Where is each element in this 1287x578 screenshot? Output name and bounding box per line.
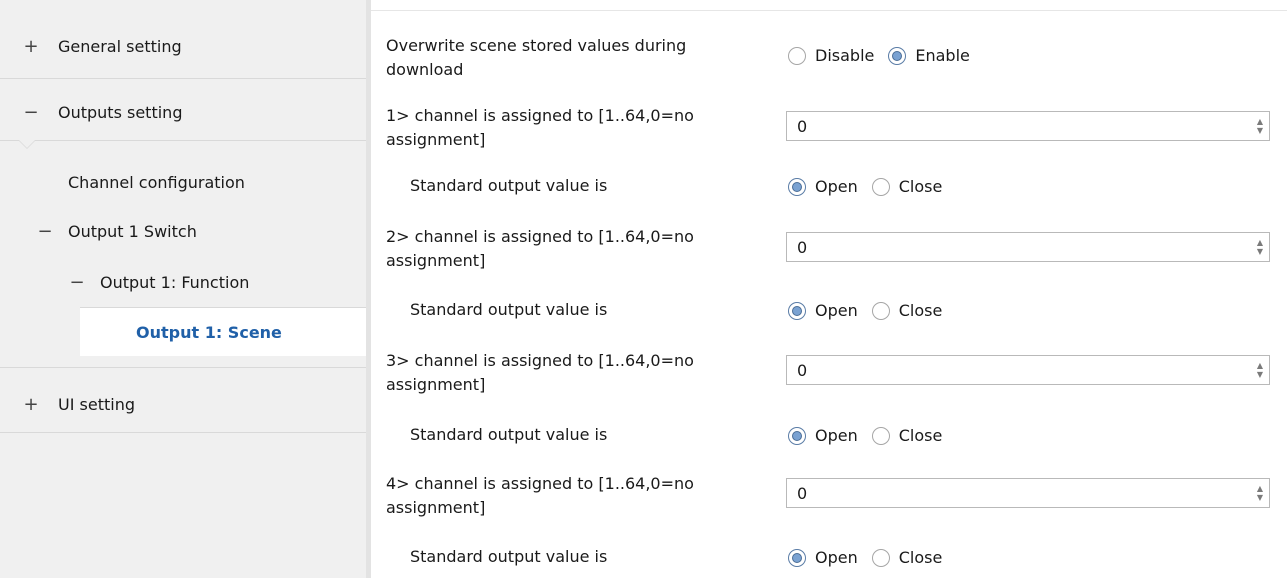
channel-3-assign-label: 3> channel is assigned to [1..64,0=no as… <box>386 351 694 394</box>
spinbox-value[interactable]: 0 <box>787 484 1251 503</box>
collapse-icon[interactable]: − <box>68 272 86 293</box>
sidebar-item-ui-setting[interactable]: + UI setting <box>22 392 135 416</box>
radio-circle-icon <box>871 177 890 196</box>
expand-icon[interactable]: + <box>22 394 40 415</box>
open-radio[interactable]: Open <box>788 301 858 320</box>
radio-circle-checked-icon <box>788 426 806 445</box>
channel-1-assign-label: 1> channel is assigned to [1..64,0=no as… <box>386 106 694 149</box>
spin-arrows-icon[interactable]: ▲ ▼ <box>1251 238 1269 256</box>
spin-arrows-icon[interactable]: ▲ ▼ <box>1251 117 1269 135</box>
channel-4-std-radio-group: Open Close <box>788 548 956 567</box>
collapse-icon[interactable]: − <box>36 221 54 242</box>
channel-1-assign-spinbox[interactable]: 0 ▲ ▼ <box>786 111 1270 141</box>
radio-circle-checked-icon <box>788 177 806 196</box>
divider <box>0 140 366 141</box>
overwrite-label: Overwrite scene stored values during dow… <box>386 36 687 79</box>
channel-3-assign-spinbox[interactable]: 0 ▲ ▼ <box>786 355 1270 385</box>
channel-2-std-radio-group: Open Close <box>788 301 956 320</box>
sidebar-item-label: Output 1: Function <box>100 272 250 292</box>
sidebar-item-output1-scene[interactable]: Output 1: Scene <box>80 308 369 356</box>
radio-circle-icon <box>871 426 890 445</box>
divider <box>0 367 366 368</box>
radio-circle-icon <box>788 46 806 65</box>
radio-circle-checked-icon <box>888 46 907 65</box>
sidebar-item-general-setting[interactable]: + General setting <box>22 34 182 58</box>
open-radio[interactable]: Open <box>788 177 858 196</box>
channel-3-std-radio-group: Open Close <box>788 426 956 445</box>
spinbox-value[interactable]: 0 <box>787 361 1251 380</box>
close-radio[interactable]: Close <box>871 301 942 320</box>
spin-arrows-icon[interactable]: ▲ ▼ <box>1251 361 1269 379</box>
expand-icon[interactable]: + <box>22 36 40 57</box>
channel-1-std-label: Standard output value is <box>410 176 608 195</box>
spin-arrows-icon[interactable]: ▲ ▼ <box>1251 484 1269 502</box>
sidebar-item-label: Outputs setting <box>58 102 183 122</box>
channel-1-std-radio-group: Open Close <box>788 177 956 196</box>
radio-circle-checked-icon <box>788 548 806 567</box>
channel-2-std-label: Standard output value is <box>410 300 608 319</box>
sidebar-item-output1-switch[interactable]: − Output 1 Switch <box>36 219 197 243</box>
open-radio[interactable]: Open <box>788 548 858 567</box>
channel-2-assign-spinbox[interactable]: 0 ▲ ▼ <box>786 232 1270 262</box>
sidebar-item-output1-function[interactable]: − Output 1: Function <box>68 270 249 294</box>
enable-radio[interactable]: Enable <box>888 46 970 65</box>
sidebar-item-label: Output 1 Switch <box>68 221 197 241</box>
channel-4-std-label: Standard output value is <box>410 547 608 566</box>
radio-circle-icon <box>871 548 890 567</box>
collapse-icon[interactable]: − <box>22 102 40 123</box>
radio-circle-icon <box>871 301 890 320</box>
spinbox-value[interactable]: 0 <box>787 238 1251 257</box>
sidebar-item-channel-configuration[interactable]: Channel configuration <box>68 170 245 194</box>
spinbox-value[interactable]: 0 <box>787 117 1251 136</box>
divider <box>0 432 366 433</box>
close-radio[interactable]: Close <box>871 548 942 567</box>
divider <box>0 78 366 79</box>
radio-circle-checked-icon <box>788 301 806 320</box>
channel-3-std-label: Standard output value is <box>410 425 608 444</box>
sidebar-item-outputs-setting[interactable]: − Outputs setting <box>22 100 182 124</box>
channel-2-assign-label: 2> channel is assigned to [1..64,0=no as… <box>386 227 694 270</box>
sidebar-item-label: General setting <box>58 36 182 56</box>
sidebar-item-label: UI setting <box>58 394 135 414</box>
disable-radio[interactable]: Disable <box>788 46 874 65</box>
sidebar-item-label: Channel configuration <box>68 172 245 192</box>
channel-4-assign-spinbox[interactable]: 0 ▲ ▼ <box>786 478 1270 508</box>
sidebar-tree: + General setting − Outputs setting Chan… <box>0 0 366 578</box>
open-radio[interactable]: Open <box>788 426 858 445</box>
close-radio[interactable]: Close <box>871 426 942 445</box>
pane-splitter[interactable] <box>366 0 371 578</box>
channel-4-assign-label: 4> channel is assigned to [1..64,0=no as… <box>386 474 694 517</box>
close-radio[interactable]: Close <box>871 177 942 196</box>
overwrite-radio-group: Disable Enable <box>788 46 984 65</box>
